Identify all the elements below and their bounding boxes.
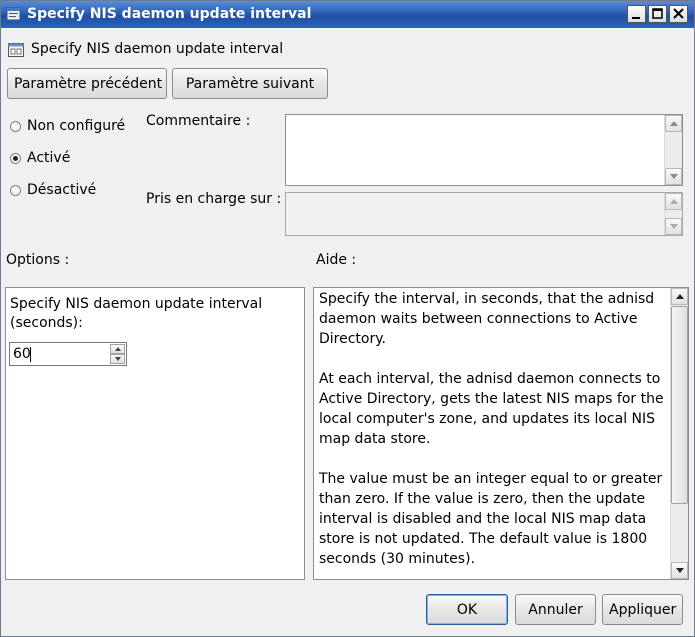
radio-enabled[interactable]: Activé: [10, 150, 70, 166]
radio-not-configured[interactable]: Non configuré: [10, 118, 125, 134]
window-title: Specify NIS daemon update interval: [27, 6, 312, 22]
radio-not-configured-label: Non configuré: [27, 118, 126, 134]
minimize-icon: [632, 17, 640, 19]
comment-scrollbar[interactable]: [664, 115, 682, 185]
help-paragraph: Specify the interval, in seconds, that t…: [319, 291, 655, 347]
comment-label: Commentaire :: [146, 113, 251, 129]
supported-on-field: [285, 192, 683, 236]
comment-textarea[interactable]: [285, 114, 683, 186]
apply-button[interactable]: Appliquer: [602, 594, 683, 625]
arrow-down-icon: [670, 174, 678, 179]
minimize-button[interactable]: [627, 5, 646, 23]
ok-button[interactable]: OK: [426, 594, 508, 625]
supported-on-label: Pris en charge sur :: [146, 191, 282, 207]
radio-disabled[interactable]: Désactivé: [10, 182, 96, 198]
arrow-down-icon: [670, 224, 678, 229]
radio-disabled-label: Désactivé: [27, 182, 97, 198]
close-button[interactable]: [669, 5, 688, 23]
supported-scroll-up-button: [665, 193, 682, 210]
arrow-down-icon: [115, 357, 121, 361]
help-panel: Specify the interval, in seconds, that t…: [313, 287, 689, 580]
title-bar[interactable]: Specify NIS daemon update interval: [1, 1, 694, 28]
help-scrollbar[interactable]: [670, 288, 688, 579]
close-icon: [673, 8, 684, 19]
arrow-down-icon: [676, 568, 684, 573]
arrow-up-icon: [676, 294, 684, 299]
arrow-up-icon: [670, 199, 678, 204]
cancel-button[interactable]: Annuler: [515, 594, 596, 625]
interval-spinbox[interactable]: 60: [9, 342, 127, 366]
options-panel: Specify NIS daemon update interval (seco…: [5, 287, 305, 580]
interval-field-label: Specify NIS daemon update interval (seco…: [10, 296, 263, 331]
arrow-up-icon: [115, 347, 121, 351]
help-scroll-up-button[interactable]: [671, 288, 688, 305]
interval-decrement-button[interactable]: [110, 354, 125, 364]
options-label: Options :: [6, 252, 70, 268]
comment-scroll-up-button[interactable]: [665, 115, 682, 132]
help-label: Aide :: [316, 252, 357, 268]
radio-not-configured-indicator[interactable]: [10, 120, 21, 132]
help-scroll-thumb[interactable]: [671, 306, 688, 504]
maximize-icon: [652, 8, 663, 19]
help-scroll-down-button[interactable]: [671, 562, 688, 579]
interval-input[interactable]: 60: [13, 346, 31, 362]
radio-enabled-label: Activé: [27, 150, 71, 166]
policy-dialog: Specify NIS daemon update interval Speci…: [0, 0, 695, 637]
page-title: Specify NIS daemon update interval: [31, 41, 284, 57]
text-caret: [30, 347, 31, 362]
supported-scroll-down-button: [665, 218, 682, 235]
maximize-button[interactable]: [648, 5, 667, 23]
radio-enabled-indicator[interactable]: [10, 152, 21, 164]
supported-on-scrollbar: [664, 193, 682, 235]
arrow-up-icon: [670, 121, 678, 126]
previous-setting-button[interactable]: Paramètre précédent: [7, 68, 167, 99]
policy-setting-icon: [8, 43, 24, 57]
radio-disabled-indicator[interactable]: [10, 184, 21, 196]
help-paragraph: At each interval, the adnisd daemon conn…: [319, 371, 664, 447]
help-text: Specify the interval, in seconds, that t…: [319, 289, 665, 579]
help-paragraph: The value must be an integer equal to or…: [319, 471, 663, 567]
group-policy-icon: [6, 7, 21, 21]
comment-scroll-down-button[interactable]: [665, 168, 682, 185]
interval-increment-button[interactable]: [110, 344, 125, 354]
next-setting-button[interactable]: Paramètre suivant: [172, 68, 328, 99]
